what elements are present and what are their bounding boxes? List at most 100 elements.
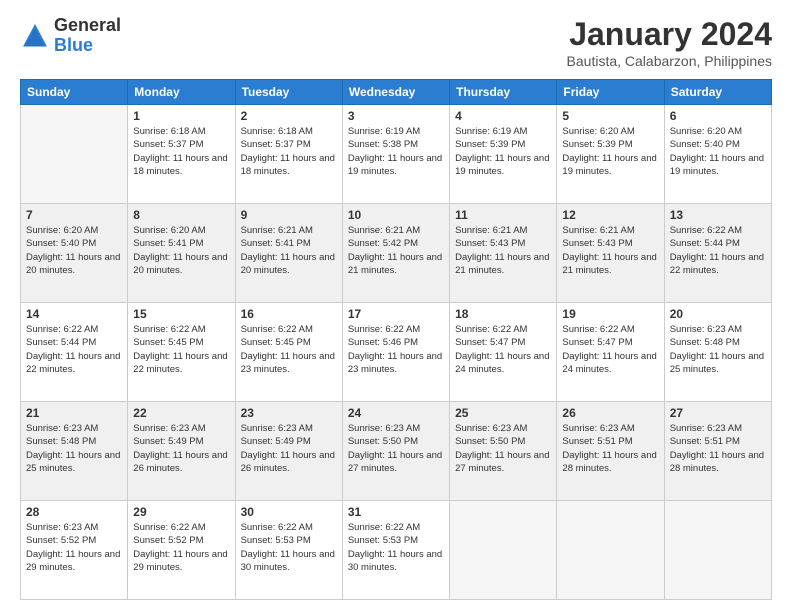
day-number: 23	[241, 406, 337, 420]
day-number: 21	[26, 406, 122, 420]
col-tuesday: Tuesday	[235, 80, 342, 105]
logo-text: General Blue	[54, 16, 121, 56]
day-number: 28	[26, 505, 122, 519]
table-row	[450, 501, 557, 600]
calendar-week-row: 1 Sunrise: 6:18 AM Sunset: 5:37 PM Dayli…	[21, 105, 772, 204]
day-info: Sunrise: 6:23 AM Sunset: 5:48 PM Dayligh…	[26, 422, 122, 475]
calendar-week-row: 7 Sunrise: 6:20 AM Sunset: 5:40 PM Dayli…	[21, 204, 772, 303]
day-number: 6	[670, 109, 766, 123]
table-row: 22 Sunrise: 6:23 AM Sunset: 5:49 PM Dayl…	[128, 402, 235, 501]
table-row: 31 Sunrise: 6:22 AM Sunset: 5:53 PM Dayl…	[342, 501, 449, 600]
month-year-title: January 2024	[567, 16, 772, 53]
day-number: 15	[133, 307, 229, 321]
day-number: 24	[348, 406, 444, 420]
day-info: Sunrise: 6:22 AM Sunset: 5:45 PM Dayligh…	[241, 323, 337, 376]
day-info: Sunrise: 6:22 AM Sunset: 5:46 PM Dayligh…	[348, 323, 444, 376]
day-number: 8	[133, 208, 229, 222]
col-thursday: Thursday	[450, 80, 557, 105]
table-row: 25 Sunrise: 6:23 AM Sunset: 5:50 PM Dayl…	[450, 402, 557, 501]
calendar-week-row: 28 Sunrise: 6:23 AM Sunset: 5:52 PM Dayl…	[21, 501, 772, 600]
day-info: Sunrise: 6:18 AM Sunset: 5:37 PM Dayligh…	[241, 125, 337, 178]
calendar-header-row: Sunday Monday Tuesday Wednesday Thursday…	[21, 80, 772, 105]
day-number: 26	[562, 406, 658, 420]
day-info: Sunrise: 6:21 AM Sunset: 5:41 PM Dayligh…	[241, 224, 337, 277]
table-row: 16 Sunrise: 6:22 AM Sunset: 5:45 PM Dayl…	[235, 303, 342, 402]
calendar-table: Sunday Monday Tuesday Wednesday Thursday…	[20, 79, 772, 600]
table-row: 23 Sunrise: 6:23 AM Sunset: 5:49 PM Dayl…	[235, 402, 342, 501]
title-block: January 2024 Bautista, Calabarzon, Phili…	[567, 16, 772, 69]
day-info: Sunrise: 6:22 AM Sunset: 5:44 PM Dayligh…	[26, 323, 122, 376]
day-number: 25	[455, 406, 551, 420]
day-number: 19	[562, 307, 658, 321]
day-info: Sunrise: 6:23 AM Sunset: 5:49 PM Dayligh…	[241, 422, 337, 475]
table-row: 10 Sunrise: 6:21 AM Sunset: 5:42 PM Dayl…	[342, 204, 449, 303]
day-info: Sunrise: 6:22 AM Sunset: 5:47 PM Dayligh…	[455, 323, 551, 376]
table-row	[557, 501, 664, 600]
day-info: Sunrise: 6:19 AM Sunset: 5:38 PM Dayligh…	[348, 125, 444, 178]
table-row: 11 Sunrise: 6:21 AM Sunset: 5:43 PM Dayl…	[450, 204, 557, 303]
day-info: Sunrise: 6:21 AM Sunset: 5:43 PM Dayligh…	[562, 224, 658, 277]
day-info: Sunrise: 6:22 AM Sunset: 5:45 PM Dayligh…	[133, 323, 229, 376]
day-number: 3	[348, 109, 444, 123]
table-row: 28 Sunrise: 6:23 AM Sunset: 5:52 PM Dayl…	[21, 501, 128, 600]
day-info: Sunrise: 6:22 AM Sunset: 5:44 PM Dayligh…	[670, 224, 766, 277]
table-row: 17 Sunrise: 6:22 AM Sunset: 5:46 PM Dayl…	[342, 303, 449, 402]
day-number: 12	[562, 208, 658, 222]
logo: General Blue	[20, 16, 121, 56]
page: General Blue January 2024 Bautista, Cala…	[0, 0, 792, 612]
table-row: 8 Sunrise: 6:20 AM Sunset: 5:41 PM Dayli…	[128, 204, 235, 303]
col-sunday: Sunday	[21, 80, 128, 105]
table-row: 26 Sunrise: 6:23 AM Sunset: 5:51 PM Dayl…	[557, 402, 664, 501]
day-number: 2	[241, 109, 337, 123]
table-row: 29 Sunrise: 6:22 AM Sunset: 5:52 PM Dayl…	[128, 501, 235, 600]
calendar-week-row: 14 Sunrise: 6:22 AM Sunset: 5:44 PM Dayl…	[21, 303, 772, 402]
table-row: 13 Sunrise: 6:22 AM Sunset: 5:44 PM Dayl…	[664, 204, 771, 303]
table-row: 21 Sunrise: 6:23 AM Sunset: 5:48 PM Dayl…	[21, 402, 128, 501]
day-info: Sunrise: 6:21 AM Sunset: 5:43 PM Dayligh…	[455, 224, 551, 277]
day-info: Sunrise: 6:18 AM Sunset: 5:37 PM Dayligh…	[133, 125, 229, 178]
day-info: Sunrise: 6:23 AM Sunset: 5:50 PM Dayligh…	[455, 422, 551, 475]
day-info: Sunrise: 6:22 AM Sunset: 5:53 PM Dayligh…	[348, 521, 444, 574]
table-row: 19 Sunrise: 6:22 AM Sunset: 5:47 PM Dayl…	[557, 303, 664, 402]
table-row: 4 Sunrise: 6:19 AM Sunset: 5:39 PM Dayli…	[450, 105, 557, 204]
day-number: 18	[455, 307, 551, 321]
table-row: 7 Sunrise: 6:20 AM Sunset: 5:40 PM Dayli…	[21, 204, 128, 303]
day-info: Sunrise: 6:20 AM Sunset: 5:41 PM Dayligh…	[133, 224, 229, 277]
day-number: 9	[241, 208, 337, 222]
table-row: 3 Sunrise: 6:19 AM Sunset: 5:38 PM Dayli…	[342, 105, 449, 204]
day-info: Sunrise: 6:23 AM Sunset: 5:51 PM Dayligh…	[562, 422, 658, 475]
day-info: Sunrise: 6:22 AM Sunset: 5:53 PM Dayligh…	[241, 521, 337, 574]
day-number: 10	[348, 208, 444, 222]
day-number: 30	[241, 505, 337, 519]
day-info: Sunrise: 6:22 AM Sunset: 5:47 PM Dayligh…	[562, 323, 658, 376]
day-number: 31	[348, 505, 444, 519]
table-row: 12 Sunrise: 6:21 AM Sunset: 5:43 PM Dayl…	[557, 204, 664, 303]
table-row: 27 Sunrise: 6:23 AM Sunset: 5:51 PM Dayl…	[664, 402, 771, 501]
calendar-week-row: 21 Sunrise: 6:23 AM Sunset: 5:48 PM Dayl…	[21, 402, 772, 501]
table-row: 1 Sunrise: 6:18 AM Sunset: 5:37 PM Dayli…	[128, 105, 235, 204]
table-row: 5 Sunrise: 6:20 AM Sunset: 5:39 PM Dayli…	[557, 105, 664, 204]
day-number: 7	[26, 208, 122, 222]
day-info: Sunrise: 6:23 AM Sunset: 5:50 PM Dayligh…	[348, 422, 444, 475]
logo-general-text: General	[54, 16, 121, 36]
header: General Blue January 2024 Bautista, Cala…	[20, 16, 772, 69]
day-number: 20	[670, 307, 766, 321]
day-info: Sunrise: 6:23 AM Sunset: 5:49 PM Dayligh…	[133, 422, 229, 475]
table-row: 14 Sunrise: 6:22 AM Sunset: 5:44 PM Dayl…	[21, 303, 128, 402]
table-row: 30 Sunrise: 6:22 AM Sunset: 5:53 PM Dayl…	[235, 501, 342, 600]
table-row: 2 Sunrise: 6:18 AM Sunset: 5:37 PM Dayli…	[235, 105, 342, 204]
col-wednesday: Wednesday	[342, 80, 449, 105]
day-number: 16	[241, 307, 337, 321]
day-info: Sunrise: 6:20 AM Sunset: 5:40 PM Dayligh…	[670, 125, 766, 178]
location-subtitle: Bautista, Calabarzon, Philippines	[567, 53, 772, 69]
day-info: Sunrise: 6:23 AM Sunset: 5:51 PM Dayligh…	[670, 422, 766, 475]
table-row: 20 Sunrise: 6:23 AM Sunset: 5:48 PM Dayl…	[664, 303, 771, 402]
day-number: 14	[26, 307, 122, 321]
day-number: 4	[455, 109, 551, 123]
col-monday: Monday	[128, 80, 235, 105]
table-row	[21, 105, 128, 204]
day-number: 1	[133, 109, 229, 123]
table-row: 24 Sunrise: 6:23 AM Sunset: 5:50 PM Dayl…	[342, 402, 449, 501]
logo-icon	[20, 21, 50, 51]
day-info: Sunrise: 6:23 AM Sunset: 5:48 PM Dayligh…	[670, 323, 766, 376]
